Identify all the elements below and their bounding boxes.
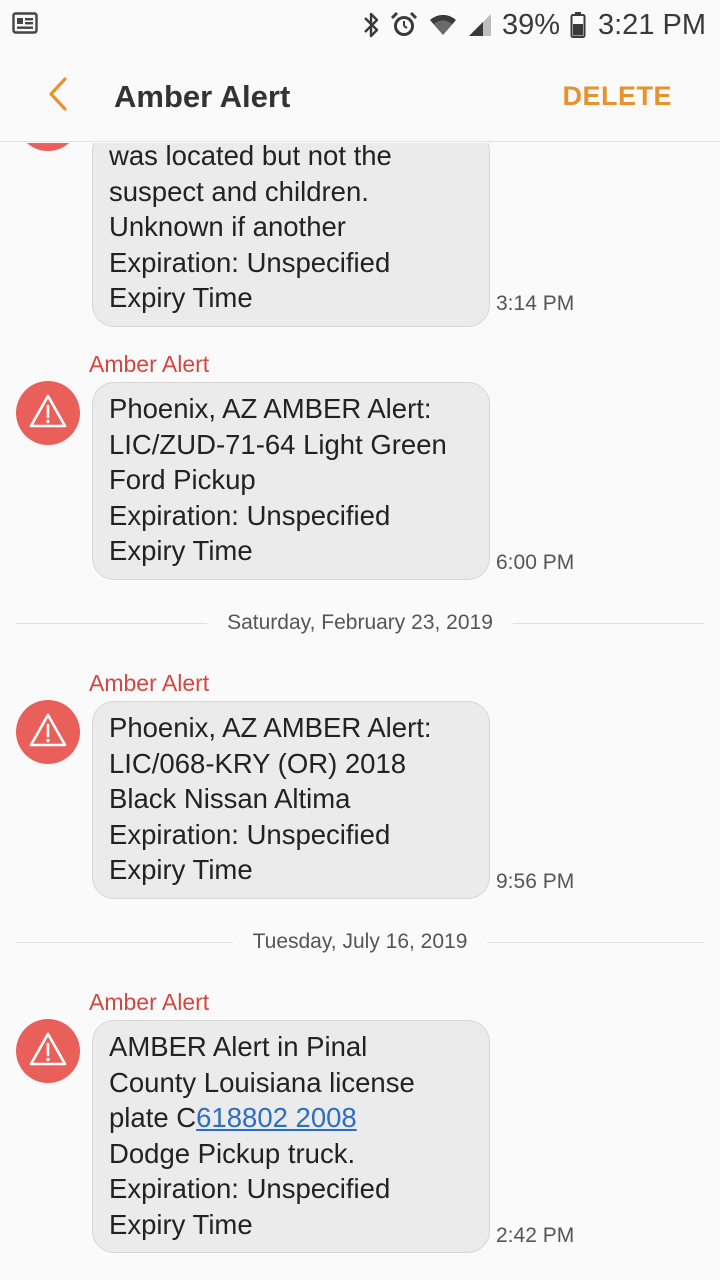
chevron-left-icon <box>46 76 70 117</box>
warning-icon <box>28 712 68 753</box>
warning-icon <box>28 393 68 434</box>
date-label: Saturday, February 23, 2019 <box>227 611 493 634</box>
message-time: 3:14 PM <box>496 292 575 315</box>
message-bubble[interactable]: was located but not the suspect and chil… <box>92 143 490 327</box>
message-time: 2:42 PM <box>496 1224 575 1247</box>
message-time: 9:56 PM <box>496 870 575 893</box>
alert-avatar[interactable] <box>16 381 80 445</box>
alert-avatar[interactable] <box>16 143 80 151</box>
message-list[interactable]: was located but not the suspect and chil… <box>0 143 720 1280</box>
wifi-icon <box>428 13 458 37</box>
bluetooth-icon <box>362 11 380 39</box>
date-separator: Saturday, February 23, 2019 <box>16 608 704 638</box>
sender-name: Amber Alert <box>89 989 210 1015</box>
status-bar: 39% 3:21 PM <box>0 0 720 50</box>
sender-name: Amber Alert <box>89 351 210 377</box>
delete-button[interactable]: DELETE <box>562 81 672 112</box>
date-label: Tuesday, July 16, 2019 <box>252 930 468 953</box>
status-time: 3:21 PM <box>598 8 706 41</box>
alert-avatar[interactable] <box>16 700 80 764</box>
phone-number-link[interactable]: 618802 2008 <box>196 1102 357 1133</box>
alert-avatar[interactable] <box>16 1019 80 1083</box>
app-bar: Amber Alert DELETE <box>0 52 720 142</box>
battery-icon <box>570 11 586 39</box>
message-bubble[interactable]: Phoenix, AZ AMBER Alert: LIC/ZUD-71-64 L… <box>92 382 490 580</box>
date-separator: Tuesday, July 16, 2019 <box>16 927 704 957</box>
signal-icon <box>468 13 492 37</box>
sender-name: Amber Alert <box>89 670 210 696</box>
message-bubble[interactable]: AMBER Alert in Pinal County Louisiana li… <box>92 1020 490 1253</box>
warning-icon <box>28 1031 68 1072</box>
alarm-icon <box>390 11 418 39</box>
message-time: 6:00 PM <box>496 551 575 574</box>
page-title: Amber Alert <box>114 78 291 114</box>
message-text: Dodge Pickup truck. Expiration: Unspecif… <box>109 1137 391 1240</box>
battery-percent: 39% <box>501 8 560 41</box>
back-button[interactable] <box>28 67 88 127</box>
message-bubble[interactable]: Phoenix, AZ AMBER Alert: LIC/068-KRY (OR… <box>92 701 490 899</box>
notification-icon <box>12 11 38 39</box>
